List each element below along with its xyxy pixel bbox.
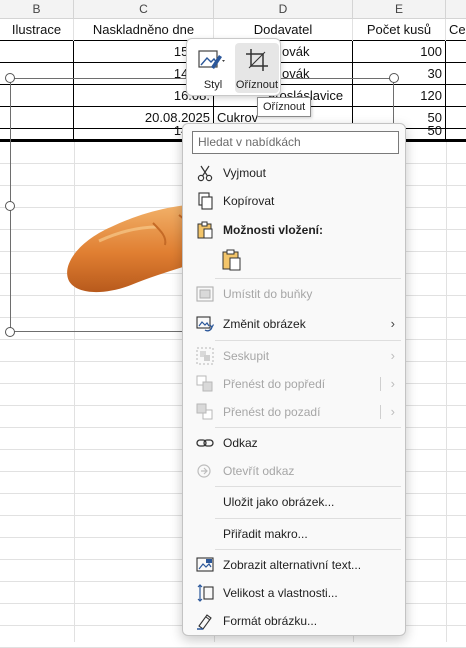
menu-item-change-picture[interactable]: Změnit obrázek › bbox=[187, 310, 403, 338]
menu-item-bring-forward[interactable]: Přenést do popředí › bbox=[187, 370, 403, 398]
table-cell[interactable] bbox=[446, 119, 466, 140]
menu-item-group[interactable]: Seskupit › bbox=[187, 342, 403, 370]
menu-item-label: Odkaz bbox=[223, 436, 258, 450]
menu-item-label: Zobrazit alternativní text... bbox=[223, 558, 362, 572]
menu-separator bbox=[215, 518, 401, 519]
scissors-icon bbox=[197, 165, 213, 182]
column-header-c[interactable]: C bbox=[74, 0, 214, 19]
resize-handle-top-left[interactable] bbox=[5, 73, 15, 83]
table-cell[interactable] bbox=[446, 63, 466, 85]
table-cell[interactable] bbox=[446, 85, 466, 107]
context-menu: Hledat v nabídkách Vyjmout Kopírovat Mož… bbox=[182, 123, 406, 636]
clipboard-icon bbox=[197, 221, 213, 239]
table-cell[interactable] bbox=[446, 41, 466, 63]
menu-item-place-in-cell[interactable]: Umístit do buňky bbox=[187, 280, 403, 308]
menu-separator bbox=[215, 486, 401, 487]
menu-item-label: Změnit obrázek bbox=[223, 317, 306, 331]
menu-item-label: Přenést do pozadí bbox=[223, 405, 321, 419]
menu-separator bbox=[215, 340, 401, 341]
menu-item-copy[interactable]: Kopírovat bbox=[187, 187, 403, 215]
menu-item-send-backward[interactable]: Přenést do pozadí › bbox=[187, 398, 403, 426]
style-button[interactable]: Styl bbox=[191, 43, 235, 93]
crop-button[interactable]: Oříznout bbox=[235, 43, 279, 93]
menu-item-save-as-picture[interactable]: Uložit jako obrázek... bbox=[187, 488, 403, 516]
style-button-label: Styl bbox=[203, 79, 223, 91]
chevron-right-icon: › bbox=[390, 348, 395, 363]
crop-icon bbox=[246, 49, 268, 71]
format-picture-icon bbox=[197, 614, 212, 630]
menu-item-label: Seskupit bbox=[223, 349, 270, 363]
column-header-f[interactable] bbox=[446, 0, 466, 19]
paste-clipboard-icon[interactable] bbox=[221, 249, 243, 271]
link-icon bbox=[196, 439, 214, 447]
menu-item-label: Uložit jako obrázek... bbox=[223, 495, 335, 509]
crop-tooltip: Oříznout bbox=[257, 97, 312, 117]
menu-item-label: Možnosti vložení: bbox=[223, 223, 323, 237]
menu-item-label: Vyjmout bbox=[223, 166, 266, 180]
menu-search-input[interactable]: Hledat v nabídkách bbox=[192, 131, 399, 154]
menu-item-assign-macro[interactable]: Přiřadit makro... bbox=[187, 520, 403, 548]
open-link-icon bbox=[197, 464, 211, 478]
grid-line bbox=[446, 142, 447, 642]
resize-handle-top-right[interactable] bbox=[389, 73, 399, 83]
menu-item-alt-text[interactable]: Zobrazit alternativní text... bbox=[187, 551, 403, 579]
column-header-e[interactable]: E bbox=[353, 0, 446, 19]
bring-forward-icon bbox=[196, 375, 213, 392]
column-headers: B C D E bbox=[0, 0, 466, 19]
header-cell-count[interactable]: Počet kusů bbox=[353, 19, 446, 41]
size-icon bbox=[197, 584, 214, 602]
menu-item-label: Formát obrázku... bbox=[223, 614, 318, 628]
chevron-right-icon: › bbox=[390, 316, 395, 331]
column-header-b[interactable]: B bbox=[0, 0, 74, 19]
style-icon bbox=[198, 50, 225, 69]
split-divider bbox=[380, 377, 381, 391]
send-backward-icon bbox=[196, 403, 213, 420]
crop-button-label: Oříznout bbox=[235, 79, 279, 91]
header-cell-price[interactable]: Ce bbox=[446, 19, 466, 41]
column-header-d[interactable]: D bbox=[214, 0, 353, 19]
menu-item-paste-options: Možnosti vložení: bbox=[187, 216, 403, 244]
alt-text-icon bbox=[196, 557, 214, 572]
header-cell-ilustrace[interactable]: Ilustrace bbox=[0, 19, 74, 41]
menu-separator bbox=[215, 549, 401, 550]
menu-separator bbox=[215, 427, 401, 428]
menu-item-link[interactable]: Odkaz bbox=[187, 429, 403, 457]
menu-item-cut[interactable]: Vyjmout bbox=[187, 159, 403, 187]
menu-item-label: Umístit do buňky bbox=[223, 287, 313, 301]
menu-item-format-picture[interactable]: Formát obrázku... bbox=[187, 607, 403, 635]
chevron-right-icon: › bbox=[390, 404, 395, 419]
split-divider bbox=[380, 405, 381, 419]
change-picture-icon bbox=[196, 316, 214, 332]
copy-icon bbox=[198, 192, 213, 210]
menu-item-size-properties[interactable]: Velikost a vlastnosti... bbox=[187, 579, 403, 607]
place-in-cell-icon bbox=[196, 286, 214, 302]
table-cell-count[interactable]: 100 bbox=[353, 41, 446, 63]
menu-separator bbox=[215, 278, 401, 279]
group-icon bbox=[196, 347, 214, 365]
resize-handle-bottom-left[interactable] bbox=[5, 327, 15, 337]
menu-item-label: Kopírovat bbox=[223, 194, 275, 208]
table-cell[interactable] bbox=[0, 41, 74, 63]
menu-item-label: Přiřadit makro... bbox=[223, 527, 308, 541]
chevron-right-icon: › bbox=[390, 376, 395, 391]
menu-item-label: Velikost a vlastnosti... bbox=[223, 586, 338, 600]
menu-item-open-link[interactable]: Otevřít odkaz bbox=[187, 457, 403, 485]
menu-item-label: Otevřít odkaz bbox=[223, 464, 295, 478]
menu-item-label: Přenést do popředí bbox=[223, 377, 326, 391]
resize-handle-left[interactable] bbox=[5, 201, 15, 211]
mini-toolbar: Styl Oříznout bbox=[186, 38, 281, 96]
